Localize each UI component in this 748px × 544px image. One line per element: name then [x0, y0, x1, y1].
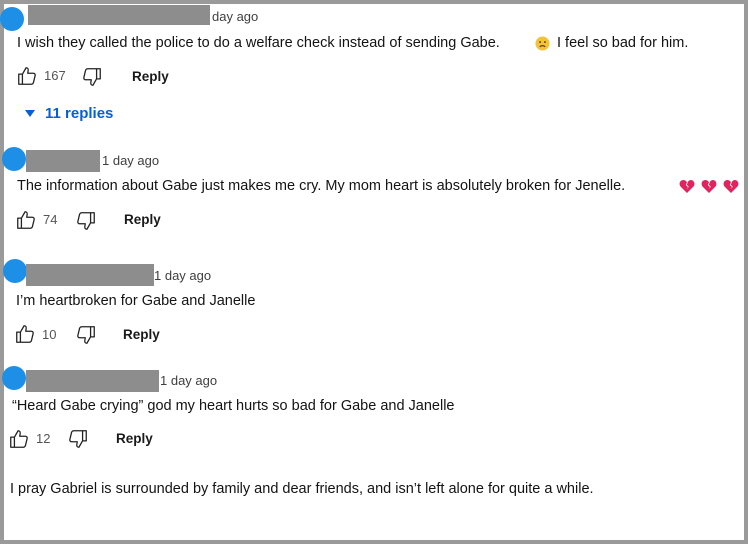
like-count: 10	[42, 327, 57, 342]
thumbs-up-icon[interactable]	[8, 428, 30, 450]
comment-timestamp[interactable]: 1 day ago	[102, 153, 159, 168]
comment-timestamp[interactable]: 1 day ago	[160, 373, 217, 388]
reply-button[interactable]: Reply	[124, 212, 161, 227]
reply-button[interactable]: Reply	[132, 69, 169, 84]
thumbs-down-icon[interactable]	[75, 210, 97, 232]
redacted-username	[26, 264, 154, 286]
replies-toggle[interactable]: 11 replies	[25, 105, 113, 122]
comment-text: The information about Gabe just makes me…	[17, 178, 626, 194]
comment-text: I’m heartbroken for Gabe and Janelle	[16, 293, 256, 309]
comment-timestamp[interactable]: 1 day ago	[154, 268, 211, 283]
avatar[interactable]	[2, 147, 26, 171]
avatar[interactable]	[3, 259, 27, 283]
comment-text: “Heard Gabe crying” god my heart hurts s…	[12, 398, 455, 414]
redacted-username	[26, 370, 159, 392]
thumbs-down-icon[interactable]	[81, 66, 103, 88]
reply-button[interactable]: Reply	[123, 327, 160, 342]
thumbs-up-icon[interactable]	[14, 323, 36, 345]
comment-text: I pray Gabriel is surrounded by family a…	[10, 481, 594, 497]
redacted-username	[28, 5, 210, 25]
avatar[interactable]	[0, 7, 24, 31]
thumbs-down-icon[interactable]	[75, 324, 97, 346]
replies-count: 11 replies	[45, 105, 114, 122]
like-count: 167	[44, 68, 66, 83]
thumbs-down-icon[interactable]	[67, 428, 89, 450]
comment-text-continued: I feel so bad for him.	[557, 35, 689, 51]
redacted-username	[26, 150, 100, 172]
screenshot-frame: day ago I wish they called the police to…	[0, 0, 748, 544]
reply-button[interactable]: Reply	[116, 431, 153, 446]
broken-heart-emoji	[679, 180, 695, 193]
like-count: 74	[43, 212, 58, 227]
comment-text: I wish they called the police to do a we…	[17, 35, 500, 51]
like-count: 12	[36, 431, 51, 446]
broken-heart-emoji	[701, 180, 717, 193]
sad-face-emoji	[535, 36, 550, 51]
thumbs-up-icon[interactable]	[15, 209, 37, 231]
broken-heart-emoji	[723, 180, 739, 193]
comment-timestamp[interactable]: day ago	[212, 9, 258, 24]
chevron-down-icon	[25, 110, 35, 117]
avatar[interactable]	[2, 366, 26, 390]
thumbs-up-icon[interactable]	[16, 65, 38, 87]
